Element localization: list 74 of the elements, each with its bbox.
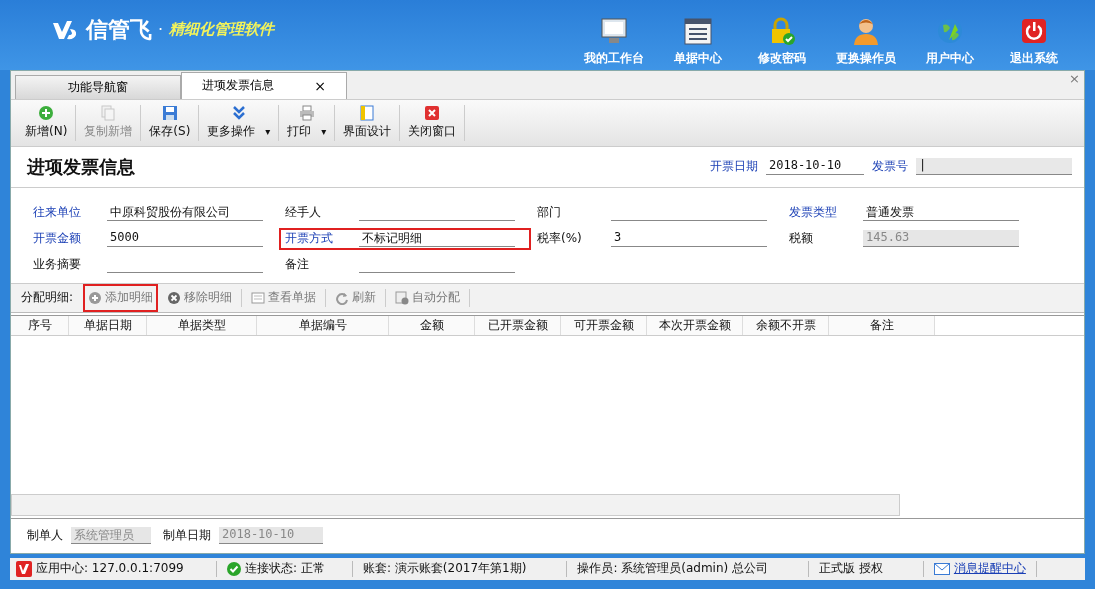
brand-name: 信管飞	[86, 15, 152, 44]
toolbar-button[interactable]: 关闭窗口	[400, 105, 465, 141]
tab[interactable]: 功能导航窗	[15, 74, 181, 99]
toolbar-button[interactable]: 界面设计	[335, 105, 400, 141]
field-label: 业务摘要	[33, 256, 82, 274]
plus-icon	[38, 105, 55, 122]
input-field[interactable]: 2018-10-10	[766, 158, 864, 176]
scroll-bar[interactable]	[11, 493, 900, 516]
column-header[interactable]: 序号	[11, 315, 69, 335]
field-label: 税额	[789, 230, 814, 248]
field-label: 备注	[285, 256, 310, 274]
field-label: 制单人	[27, 527, 63, 545]
check-icon	[227, 561, 241, 576]
close-icon	[424, 105, 441, 122]
brand-separator: ·	[158, 20, 164, 40]
status-text: 应用中心: 127.0.0.1:7099	[36, 560, 184, 578]
status-text: 正式版 授权	[819, 560, 883, 578]
detail-button[interactable]: 移除明细	[162, 283, 238, 312]
printer-icon	[298, 105, 315, 122]
app-logo-icon	[16, 560, 32, 577]
input-field[interactable]: 不标记明细	[359, 230, 515, 248]
list-icon	[683, 15, 713, 46]
field-label: 制单日期	[163, 527, 211, 545]
input-field[interactable]: 中原科贸股份有限公司	[107, 204, 263, 222]
copy-icon	[100, 105, 117, 122]
status-link[interactable]: 消息提醒中心	[953, 560, 1026, 578]
save-icon	[161, 105, 178, 122]
field-label: 往来单位	[33, 204, 82, 222]
tagline: 精细化管理软件	[169, 20, 275, 40]
tab[interactable]: 进项发票信息 ×	[181, 71, 347, 99]
envelope-icon	[933, 562, 950, 575]
detail-button[interactable]: 添加明细	[83, 283, 159, 312]
column-header[interactable]: 本次开票金额	[647, 315, 743, 335]
input-field[interactable]: 3	[611, 230, 767, 248]
status-text: 操作员: 系统管理员(admin) 总公司	[577, 560, 769, 578]
toolbar-button[interactable]: 新增(N)	[17, 105, 76, 141]
layout-icon	[359, 105, 376, 122]
column-header[interactable]: 已开票金额	[475, 315, 561, 335]
input-field[interactable]: 5000	[107, 230, 263, 248]
column-header[interactable]: 单据类型	[147, 315, 257, 335]
monitor-icon	[599, 15, 629, 46]
status-text: 账套: 演示账套(2017年第1期)	[363, 560, 527, 578]
column-header[interactable]: 单据编号	[257, 315, 389, 335]
toolbar-button[interactable]: 打印 ▾	[279, 105, 335, 141]
section-label: 分配明细:	[21, 289, 74, 307]
plus-icon	[88, 290, 103, 305]
remove-icon	[167, 290, 182, 305]
detail-button[interactable]: 刷新	[330, 283, 382, 312]
form-title: 进项发票信息	[27, 154, 135, 179]
column-header[interactable]: 单据日期	[69, 315, 147, 335]
detail-button[interactable]: 自动分配	[390, 283, 466, 312]
field-label: 开票金额	[33, 230, 82, 248]
field-label: 发票号	[872, 158, 908, 176]
refresh-icon	[335, 290, 350, 305]
column-header[interactable]: 可开票金额	[561, 315, 647, 335]
field-label: 经手人	[285, 204, 322, 222]
field-label: 发票类型	[789, 204, 838, 222]
toolbar-button[interactable]: 更多操作 ▾	[199, 105, 279, 141]
chevrons-icon	[230, 105, 247, 122]
detail-button[interactable]: 查看单据	[246, 283, 322, 312]
column-header[interactable]: 余额不开票	[743, 315, 829, 335]
document-icon	[251, 290, 266, 305]
toolbar-button[interactable]: 保存(S)	[141, 105, 199, 141]
column-header[interactable]: 金额	[389, 315, 475, 335]
field-label: 部门	[537, 204, 562, 222]
field-label: 开票日期	[710, 158, 758, 176]
field-label: 开票方式	[285, 230, 334, 248]
document-icon	[395, 290, 410, 305]
close-icon[interactable]: ×	[1069, 70, 1080, 86]
field-label: 税率(%)	[537, 230, 583, 248]
status-text: 连接状态: 正常	[245, 560, 325, 578]
column-header[interactable]: 备注	[829, 315, 935, 335]
input-field[interactable]: |	[916, 158, 1072, 176]
input-field[interactable]: 普通发票	[863, 204, 1019, 222]
